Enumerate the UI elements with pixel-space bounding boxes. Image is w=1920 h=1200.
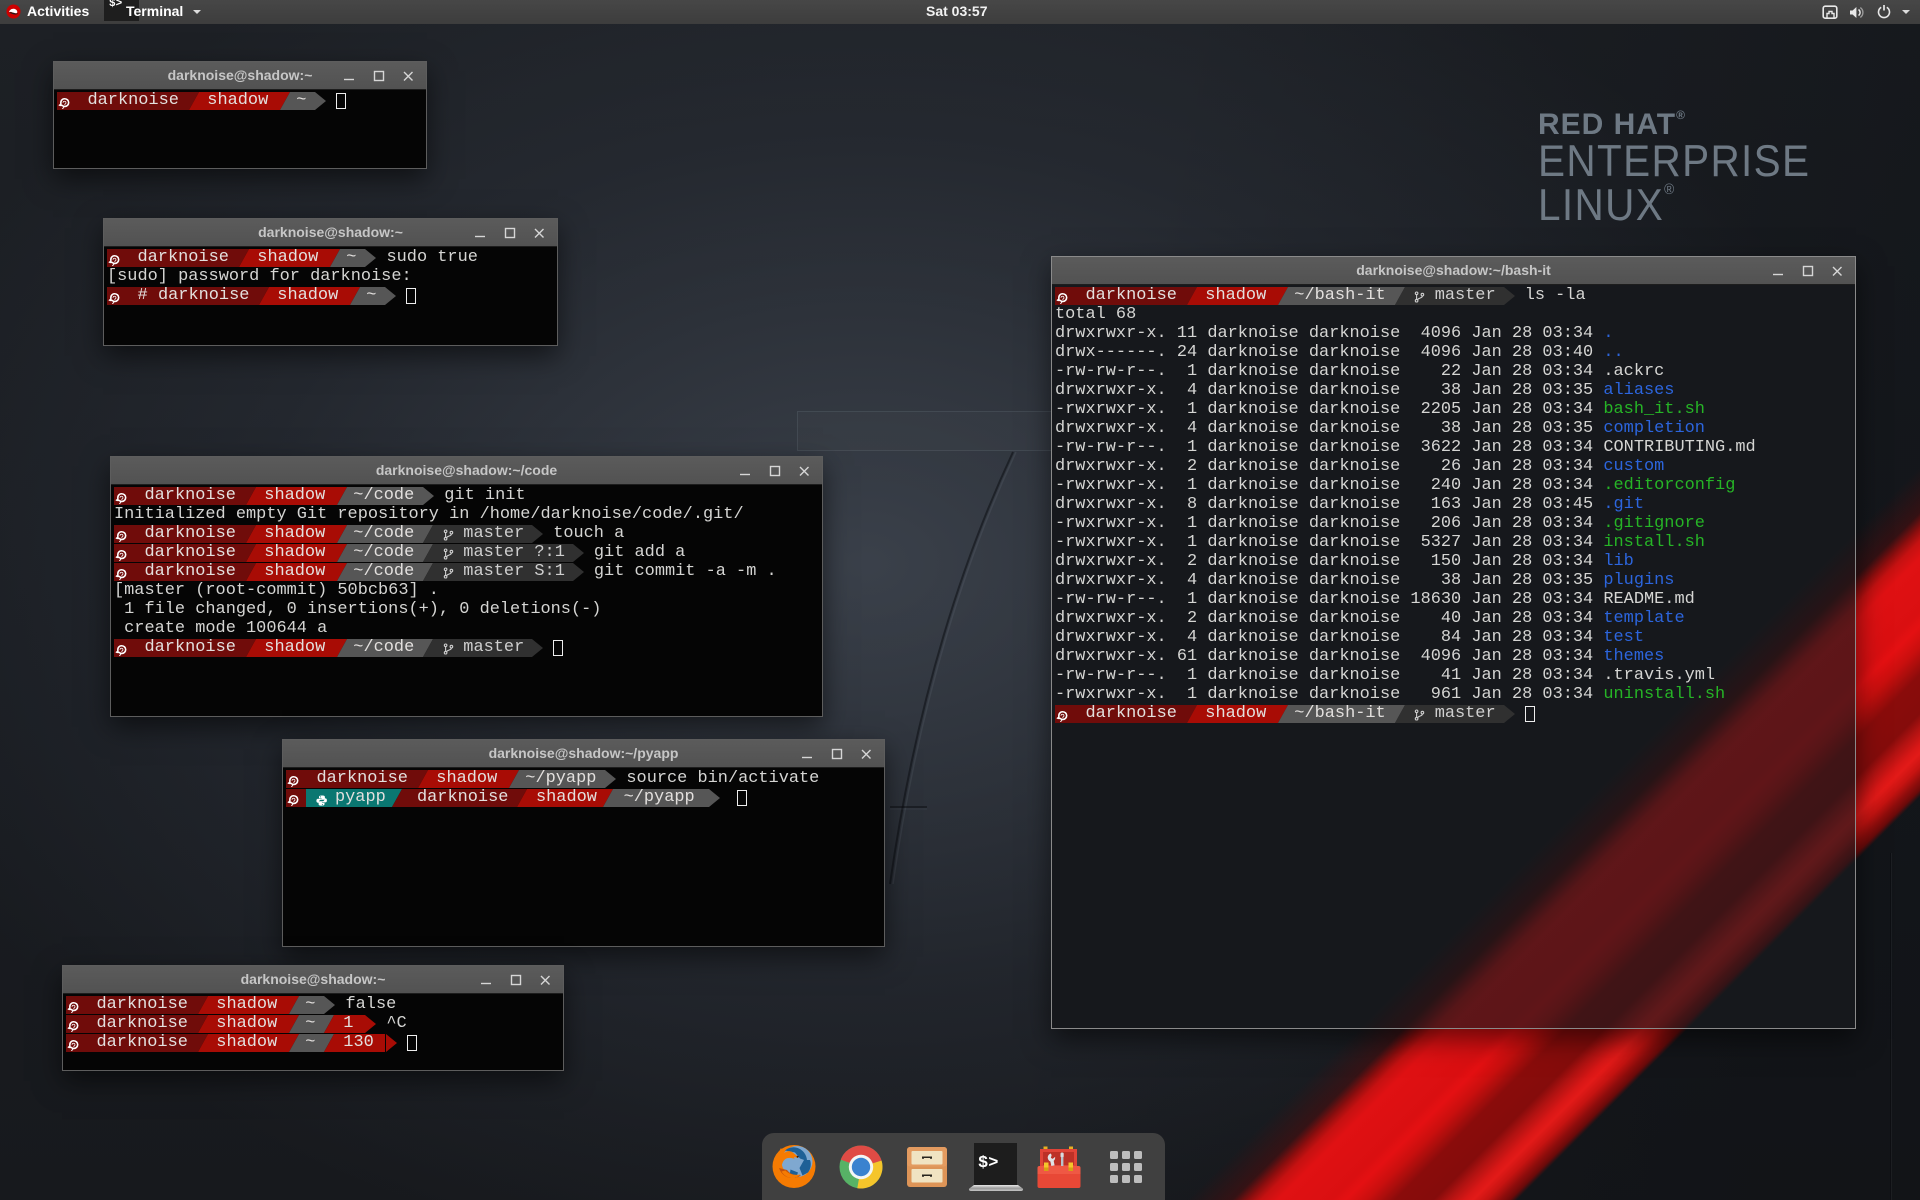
svg-text:$>: $> <box>978 1154 998 1173</box>
